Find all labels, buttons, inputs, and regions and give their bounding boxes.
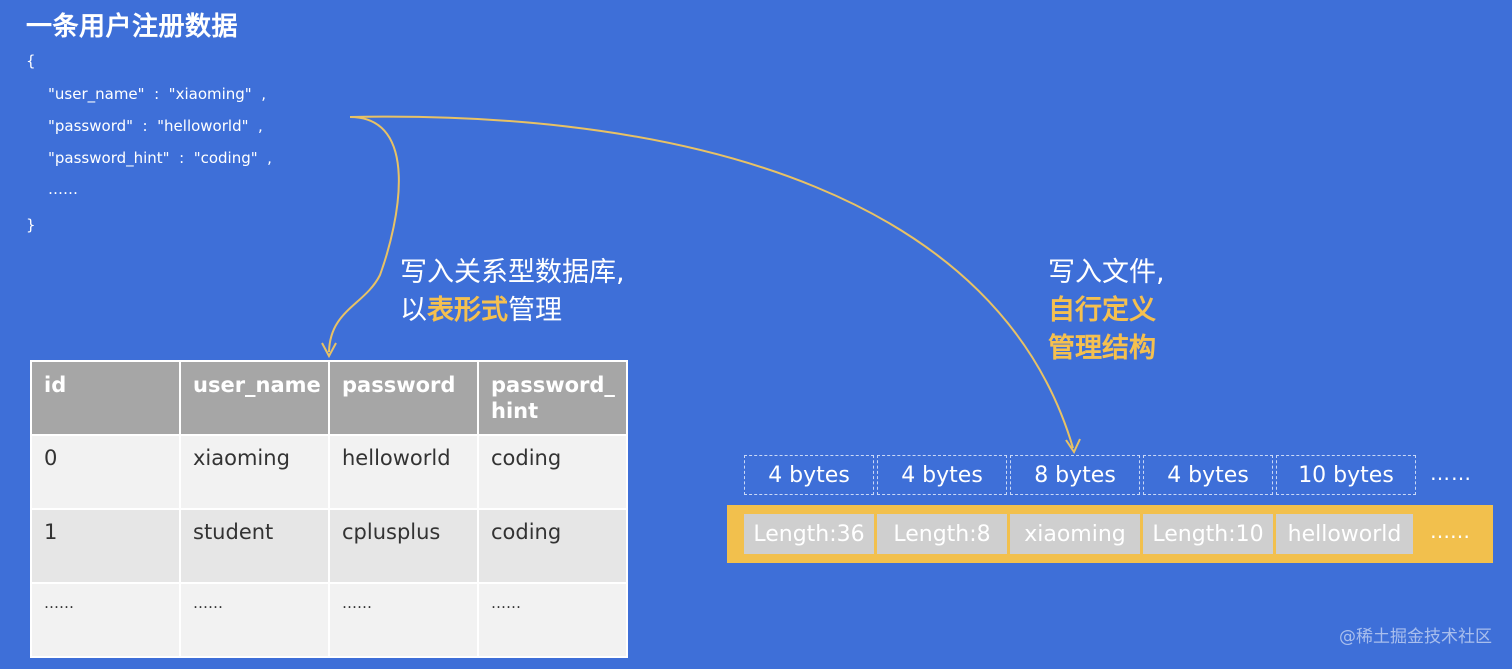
table-row: 0 xiaoming helloworld coding [30,434,628,510]
table-cell: 0 [30,434,181,510]
table-cell: student [179,508,330,584]
file-field-cell: Length:10 [1143,514,1273,554]
table-cell: cplusplus [328,508,479,584]
column-header-user-name: user_name [179,360,330,436]
table-cell: helloworld [328,434,479,510]
table-cell: xiaoming [179,434,330,510]
relational-label-prefix: 以 [400,295,427,326]
byte-size-cell: 4 bytes [1143,455,1273,495]
file-label-line3: 管理结构 [1048,333,1156,364]
column-header-password: password [328,360,479,436]
byte-size-cell: 4 bytes [744,455,874,495]
byte-size-more: …… [1430,461,1472,485]
file-label: 写入文件, 自行定义 管理结构 [1048,254,1165,368]
table-row: 1 student cplusplus coding [30,508,628,584]
table-cell: …… [477,582,628,658]
file-layout-strip: Length:36 Length:8 xiaoming Length:10 he… [727,505,1493,563]
relational-db-label: 写入关系型数据库, 以表形式管理 [400,254,625,330]
arrow-to-table [328,116,400,353]
file-field-more: …… [1430,519,1470,543]
table-cell: 1 [30,508,181,584]
table-row: …… …… …… …… [30,582,628,658]
table-cell: …… [179,582,330,658]
byte-size-cell: 8 bytes [1010,455,1140,495]
file-field-cell: Length:8 [877,514,1007,554]
file-field-cell: Length:36 [744,514,874,554]
table-cell: coding [477,434,628,510]
column-header-id: id [30,360,181,436]
file-field-cell: xiaoming [1010,514,1140,554]
file-field-cell: helloworld [1276,514,1413,554]
table-header-row: id user_name password password_ hint [30,360,628,436]
relational-label-highlight: 表形式 [427,295,508,326]
relational-table: id user_name password password_ hint 0 x… [30,360,628,658]
relational-label-line2: 以表形式管理 [400,292,625,330]
table-cell: coding [477,508,628,584]
file-label-line1: 写入文件, [1048,257,1165,288]
table-cell: …… [328,582,479,658]
watermark: @稀土掘金技术社区 [1339,627,1492,647]
byte-size-cell: 10 bytes [1276,455,1416,495]
relational-label-line1: 写入关系型数据库, [400,257,625,288]
byte-size-cell: 4 bytes [877,455,1007,495]
column-header-password-hint: password_ hint [477,360,628,436]
file-label-line2: 自行定义 [1048,295,1156,326]
table-cell: …… [30,582,181,658]
relational-label-suffix: 管理 [508,295,562,326]
